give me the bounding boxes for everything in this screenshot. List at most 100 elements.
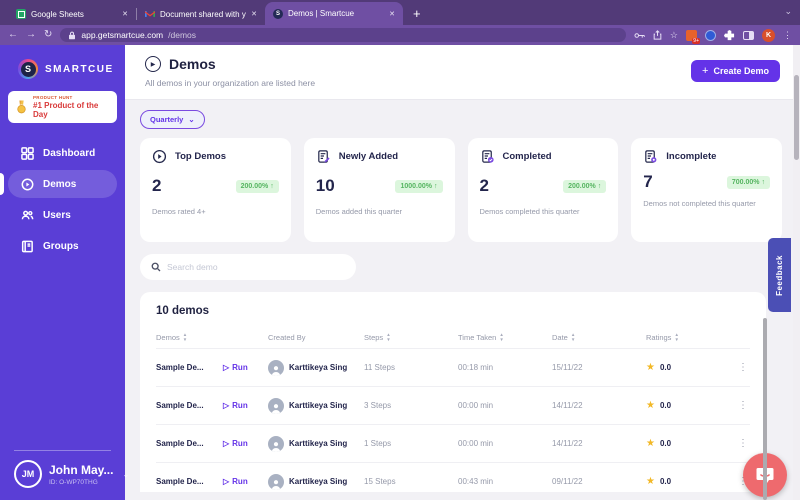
search-input[interactable] bbox=[167, 262, 345, 272]
extension-blue-icon[interactable] bbox=[705, 30, 716, 41]
sidebar-user-section[interactable]: JM John May... ID: O-WP70THG ⌄ bbox=[0, 450, 125, 492]
column-demos[interactable]: Demos bbox=[156, 333, 268, 342]
run-button[interactable]: ▷Run bbox=[223, 439, 248, 448]
close-icon[interactable]: ✕ bbox=[122, 10, 128, 18]
column-steps[interactable]: Steps bbox=[364, 333, 458, 342]
table-scrollbar[interactable] bbox=[763, 318, 767, 500]
browser-scrollbar[interactable] bbox=[793, 45, 800, 500]
sidebar-item-users[interactable]: Users bbox=[8, 201, 117, 229]
stat-change-badge: 200.00%↑ bbox=[563, 180, 606, 193]
lock-icon bbox=[68, 31, 76, 40]
play-icon: ▷ bbox=[223, 439, 229, 448]
new-tab-button[interactable]: + bbox=[413, 6, 421, 21]
stat-card-completed: Completed 2 200.00%↑ Demos completed thi… bbox=[468, 138, 619, 242]
reload-button[interactable]: ↻ bbox=[44, 30, 52, 40]
stat-title: Incomplete bbox=[666, 151, 716, 162]
table-row[interactable]: Sample De...▷Run Karttikeya Sing 11 Step… bbox=[156, 348, 750, 386]
close-icon[interactable]: ✕ bbox=[251, 10, 257, 18]
tab-google-sheets[interactable]: Google Sheets ✕ bbox=[8, 3, 136, 25]
run-button[interactable]: ▷Run bbox=[223, 477, 248, 486]
table-row[interactable]: Sample De...▷Run Karttikeya Sing 1 Steps… bbox=[156, 424, 750, 462]
browser-profile-avatar[interactable]: K bbox=[762, 29, 775, 42]
create-demo-button[interactable]: + Create Demo bbox=[691, 60, 780, 82]
table-row[interactable]: Sample De...▷Run Karttikeya Sing 3 Steps… bbox=[156, 386, 750, 424]
extension-orange-icon[interactable]: 9+ bbox=[686, 30, 697, 41]
column-date[interactable]: Date bbox=[552, 333, 646, 342]
password-key-icon[interactable] bbox=[634, 31, 645, 40]
tab-gmail-document[interactable]: Document shared with you: "G ✕ bbox=[137, 3, 265, 25]
run-button[interactable]: ▷Run bbox=[223, 401, 248, 410]
brand: S SMARTCUE bbox=[0, 45, 125, 79]
scrollbar-thumb[interactable] bbox=[794, 75, 799, 160]
stat-caption: Demos added this quarter bbox=[316, 206, 443, 217]
column-ratings[interactable]: Ratings bbox=[646, 333, 726, 342]
bookmark-star-icon[interactable]: ☆ bbox=[670, 31, 678, 40]
sidebar-item-demos[interactable]: Demos bbox=[8, 170, 117, 198]
nav-label: Demos bbox=[43, 179, 76, 190]
run-button[interactable]: ▷Run bbox=[223, 363, 248, 372]
creator-name: Karttikeya Sing bbox=[289, 363, 347, 372]
stat-caption: Demos completed this quarter bbox=[480, 206, 607, 217]
main: ▶ Demos All demos in your organization a… bbox=[125, 45, 800, 500]
sidebar-item-groups[interactable]: Groups bbox=[8, 232, 117, 260]
star-icon: ★ bbox=[646, 476, 655, 487]
play-icon: ▷ bbox=[223, 401, 229, 410]
groups-book-icon bbox=[21, 240, 34, 253]
clipboard-edit-icon bbox=[316, 149, 331, 164]
steps-cell: 11 Steps bbox=[364, 363, 458, 372]
sort-icon bbox=[499, 333, 503, 341]
sort-icon bbox=[386, 333, 390, 341]
column-time-taken[interactable]: Time Taken bbox=[458, 333, 552, 342]
creator-avatar bbox=[268, 360, 284, 376]
share-icon[interactable] bbox=[653, 30, 662, 40]
sheets-favicon-icon bbox=[16, 9, 26, 19]
star-icon: ★ bbox=[646, 438, 655, 449]
product-hunt-badge[interactable]: PRODUCT HUNT #1 Product of the Day bbox=[8, 91, 117, 123]
tab-demos-smartcue[interactable]: S Demos | Smartcue ✕ bbox=[265, 2, 403, 25]
product-hunt-eyebrow: PRODUCT HUNT bbox=[33, 95, 110, 100]
time-cell: 00:00 min bbox=[458, 439, 552, 448]
date-cell: 14/11/22 bbox=[552, 439, 646, 448]
extensions-puzzle-icon[interactable] bbox=[724, 30, 735, 41]
stat-title: Top Demos bbox=[175, 151, 226, 162]
demo-name: Sample De... bbox=[156, 439, 216, 448]
page-subtitle: All demos in your organization are liste… bbox=[145, 78, 780, 88]
stat-title: Completed bbox=[503, 151, 552, 162]
trend-up-icon: ↑ bbox=[762, 179, 766, 186]
stat-value: 2 bbox=[152, 176, 161, 196]
row-menu-icon[interactable]: ⋮ bbox=[726, 400, 750, 411]
search-box[interactable] bbox=[140, 254, 356, 280]
trend-up-icon: ↑ bbox=[598, 183, 602, 190]
creator-name: Karttikeya Sing bbox=[289, 477, 347, 486]
screen: Google Sheets ✕ Document shared with you… bbox=[0, 0, 800, 500]
url-path: /demos bbox=[168, 30, 196, 40]
chevron-down-icon: ⌄ bbox=[188, 115, 194, 124]
stat-card-top-demos: Top Demos 2 200.00%↑ Demos rated 4+ bbox=[140, 138, 291, 242]
browser-menu-icon[interactable]: ⋮ bbox=[783, 31, 792, 40]
row-menu-icon[interactable]: ⋮ bbox=[726, 362, 750, 373]
demos-page-icon: ▶ bbox=[145, 56, 161, 72]
row-menu-icon[interactable]: ⋮ bbox=[726, 438, 750, 449]
address-bar[interactable]: app.getsmartcue.com/demos bbox=[60, 28, 626, 42]
medal-icon bbox=[15, 100, 28, 114]
side-panel-icon[interactable] bbox=[743, 31, 754, 40]
feedback-tab[interactable]: Feedback bbox=[768, 238, 791, 312]
window-chevron-icon[interactable]: ⌄ bbox=[784, 6, 792, 17]
stats-row: Top Demos 2 200.00%↑ Demos rated 4+ Newl… bbox=[140, 138, 782, 242]
back-button[interactable]: ← bbox=[8, 30, 18, 40]
stat-card-incomplete: Incomplete 7 700.00%↑ Demos not complete… bbox=[631, 138, 782, 242]
forward-button[interactable]: → bbox=[26, 30, 36, 40]
brand-name: SMARTCUE bbox=[45, 64, 114, 75]
column-created-by[interactable]: Created By bbox=[268, 333, 364, 342]
page-header: ▶ Demos All demos in your organization a… bbox=[125, 45, 800, 100]
close-icon[interactable]: ✕ bbox=[389, 10, 395, 18]
sidebar-item-dashboard[interactable]: Dashboard bbox=[8, 139, 117, 167]
browser-tabstrip: Google Sheets ✕ Document shared with you… bbox=[0, 0, 800, 25]
nav-label: Users bbox=[43, 210, 71, 221]
star-icon: ★ bbox=[646, 362, 655, 373]
rating-cell: ★0.0 bbox=[646, 362, 726, 373]
table-row[interactable]: Sample De...▷Run Karttikeya Sing 15 Step… bbox=[156, 462, 750, 492]
creator-name: Karttikeya Sing bbox=[289, 439, 347, 448]
date-cell: 14/11/22 bbox=[552, 401, 646, 410]
period-dropdown[interactable]: Quarterly ⌄ bbox=[140, 110, 205, 129]
